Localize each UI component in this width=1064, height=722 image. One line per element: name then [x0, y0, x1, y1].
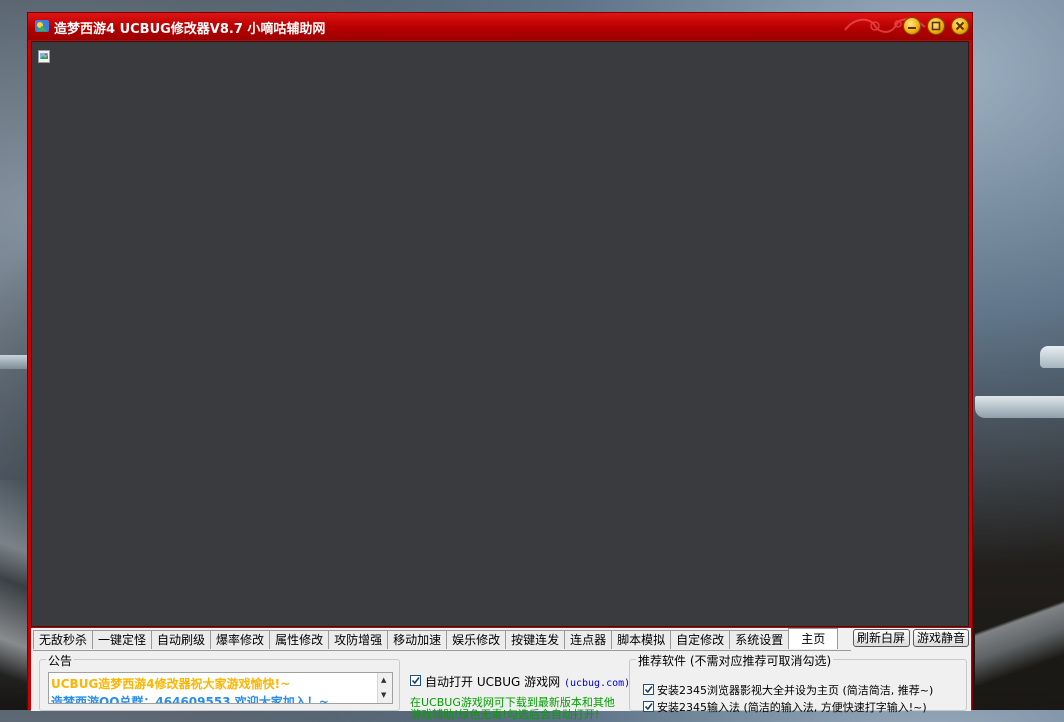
install-ime-checkbox[interactable]	[643, 701, 654, 712]
maximize-icon	[931, 21, 941, 31]
recommend-label: 推荐软件 (不需对应推荐可取消勾选)	[636, 652, 834, 669]
tab-attack-defense[interactable]: 攻防增强	[328, 630, 389, 649]
minimize-icon	[908, 27, 916, 29]
ucbug-url: (ucbug.com)	[563, 678, 631, 689]
broken-image-icon	[38, 50, 50, 63]
tab-invincible[interactable]: 无敌秒杀	[33, 630, 94, 649]
app-window: 造梦西游4 UCBUG修改器V8.7 小嘀咕辅助网 无敌秒杀 一键定怪 自动刷级…	[27, 12, 973, 721]
auto-open-checkbox[interactable]	[410, 675, 421, 686]
close-icon	[955, 21, 965, 31]
wallpaper-ice-floe	[975, 396, 1064, 418]
tab-key-repeat[interactable]: 按键连发	[505, 630, 566, 649]
auto-open-label: 自动打开 UCBUG 游戏网 (ucbug.com)	[425, 675, 631, 689]
tab-custom[interactable]: 自定修改	[670, 630, 731, 649]
wallpaper-ice-left	[0, 355, 28, 369]
tab-settings[interactable]: 系统设置	[729, 630, 790, 649]
notice-group: 公告 UCBUG造梦西游4修改器祝大家游戏愉快!~ 造梦西游QQ总群：46460…	[39, 652, 400, 711]
notice-label: 公告	[46, 652, 75, 669]
title-bar[interactable]: 造梦西游4 UCBUG修改器V8.7 小嘀咕辅助网	[28, 13, 972, 40]
notice-textbox[interactable]: UCBUG造梦西游4修改器祝大家游戏愉快!~ 造梦西游QQ总群：46460955…	[48, 672, 393, 704]
wallpaper-ice-floe-small	[1040, 346, 1064, 368]
refresh-white-screen-button[interactable]: 刷新白屏	[853, 629, 910, 647]
notice-scrollbar[interactable]: ▲ ▼	[377, 673, 392, 703]
install-ime-label: 安装2345输入法 (简洁的输入法, 方便快速打字输入!~)	[657, 701, 927, 714]
maximize-button[interactable]	[927, 17, 945, 35]
app-icon	[35, 20, 49, 32]
window-title: 造梦西游4 UCBUG修改器V8.7 小嘀咕辅助网	[54, 22, 326, 37]
tab-fun-mods[interactable]: 娱乐修改	[446, 630, 507, 649]
tab-script[interactable]: 脚本模拟	[611, 630, 672, 649]
tab-divider	[33, 650, 851, 651]
wallpaper-snow-left	[0, 480, 28, 710]
scroll-up-icon[interactable]: ▲	[381, 676, 386, 684]
checkmark-icon	[644, 686, 653, 694]
tab-freeze-monster[interactable]: 一键定怪	[92, 630, 153, 649]
auto-open-hint-2: 游戏辅助!绿色无毒!勾选后会自动打开!	[410, 708, 600, 721]
minimize-button[interactable]	[903, 17, 921, 35]
control-panel: 无敌秒杀 一键定怪 自动刷级 爆率修改 属性修改 攻防增强 移动加速 娱乐修改 …	[31, 628, 971, 721]
notice-line-2: 造梦西游QQ总群：464609553 欢迎大家加入！~	[51, 695, 329, 704]
tab-auto-clicker[interactable]: 连点器	[564, 630, 613, 649]
tab-attributes[interactable]: 属性修改	[269, 630, 330, 649]
game-mute-button[interactable]: 游戏静音	[913, 629, 969, 647]
tab-auto-level[interactable]: 自动刷级	[151, 630, 212, 649]
tab-speed[interactable]: 移动加速	[387, 630, 448, 649]
notice-line-1: UCBUG造梦西游4修改器祝大家游戏愉快!~	[51, 677, 291, 691]
game-view[interactable]	[31, 41, 969, 627]
install-browser-checkbox[interactable]	[643, 684, 654, 695]
wallpaper-snow-right	[975, 560, 1064, 710]
tab-drop-rate[interactable]: 爆率修改	[210, 630, 271, 649]
checkmark-icon	[411, 677, 420, 685]
install-browser-label: 安装2345浏览器影视大全并设为主页 (简洁简洁, 推荐~)	[657, 684, 934, 697]
tab-home[interactable]: 主页	[788, 628, 839, 649]
close-button[interactable]	[951, 17, 969, 35]
tab-bar: 无敌秒杀 一键定怪 自动刷级 爆率修改 属性修改 攻防增强 移动加速 娱乐修改 …	[33, 628, 839, 650]
scroll-down-icon[interactable]: ▼	[381, 691, 386, 699]
